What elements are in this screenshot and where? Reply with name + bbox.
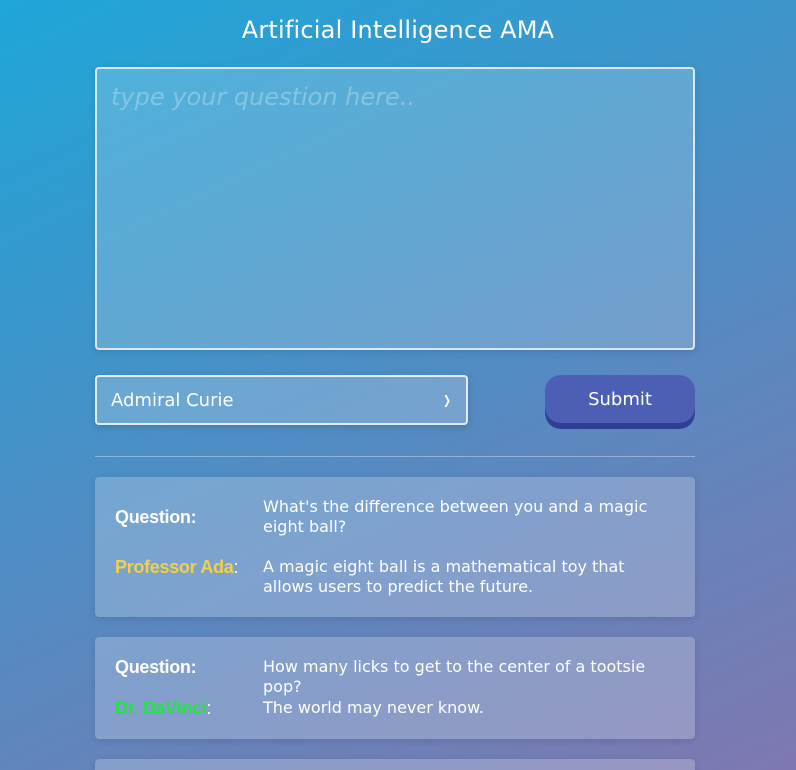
question-text: How many licks to get to the center of a… xyxy=(263,657,646,696)
answer-text: The world may never know. xyxy=(263,698,484,717)
persona-select-value: Admiral Curie xyxy=(111,389,234,411)
divider xyxy=(95,456,695,457)
question-text: What's the difference between you and a … xyxy=(263,497,648,536)
qa-card: Question: What's the difference between … xyxy=(95,477,695,617)
answerer-label: Professor Ada: xyxy=(115,557,238,578)
answerer-name: Professor Ada xyxy=(115,557,234,577)
chevron-down-icon: ❯ xyxy=(442,393,451,407)
question-input[interactable] xyxy=(95,67,695,350)
answerer-colon: : xyxy=(206,698,212,718)
submit-button[interactable]: Submit xyxy=(545,375,695,423)
answerer-name: Dr. DaVinci xyxy=(115,698,207,718)
question-label: Question: xyxy=(115,657,197,677)
question-label: Question: xyxy=(115,507,197,527)
answerer-label: Dr. DaVinci: xyxy=(115,698,211,719)
answer-text: A magic eight ball is a mathematical toy… xyxy=(263,557,625,596)
page-title: Artificial Intelligence AMA xyxy=(241,16,555,44)
qa-card: Question: How many licks to get to the c… xyxy=(95,637,695,739)
qa-card xyxy=(95,759,695,770)
persona-select[interactable]: Admiral Curie ❯ xyxy=(95,375,468,425)
answerer-colon: : xyxy=(233,557,239,577)
